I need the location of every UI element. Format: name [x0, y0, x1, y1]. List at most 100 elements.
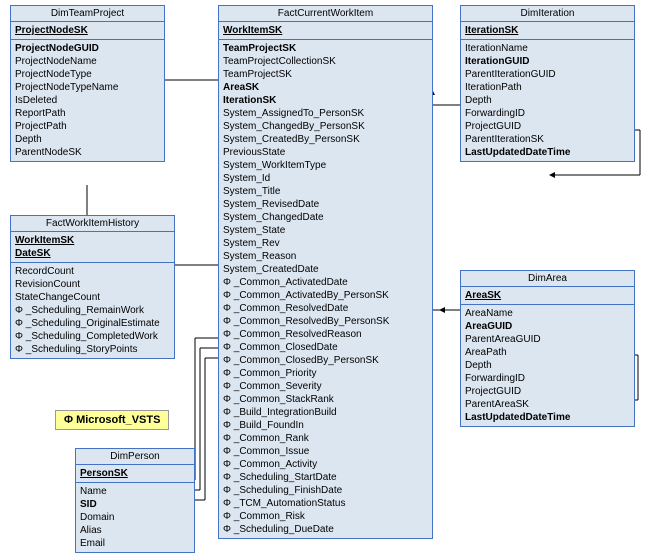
field-duedate: Φ _Scheduling_DueDate	[223, 523, 428, 536]
field-changeddate: System_ChangedDate	[223, 211, 428, 224]
field-projectpath: ProjectPath	[15, 120, 160, 133]
field-parentareask: ParentAreaSK	[465, 398, 630, 411]
field-activateddate: Φ _Common_ActivatedDate	[223, 276, 428, 289]
field-workitemsk-fact: WorkItemSK	[223, 24, 428, 37]
field-risk: Φ _Common_Risk	[223, 510, 428, 523]
microsoft-vsts-label: Φ Microsoft_VSTS	[55, 410, 169, 430]
entity-factworkitemhistory-fields: RecordCount RevisionCount StateChangeCou…	[11, 263, 174, 358]
field-issue: Φ _Common_Issue	[223, 445, 428, 458]
field-area-depth: Depth	[465, 359, 630, 372]
field-statechangecount: StateChangeCount	[15, 291, 170, 304]
field-originalestimate: Φ _Scheduling_OriginalEstimate	[15, 317, 170, 330]
field-foundin: Φ _Build_FoundIn	[223, 419, 428, 432]
entity-factworkitemhistory-pk: WorkItemSK DateSK	[11, 232, 174, 263]
entity-dimiteration: DimIteration IterationSK IterationName I…	[460, 5, 635, 162]
field-areask-fact: AreaSK	[223, 81, 428, 94]
field-parentareaguid: ParentAreaGUID	[465, 333, 630, 346]
field-iterationpath: IterationPath	[465, 81, 630, 94]
entity-factcurrentworkitem-title: FactCurrentWorkItem	[219, 6, 432, 22]
entity-dimiteration-fields: IterationName IterationGUID ParentIterat…	[461, 40, 634, 161]
field-priority: Φ _Common_Priority	[223, 367, 428, 380]
entity-dimteamproject-title: DimTeamProject	[11, 6, 164, 22]
field-resolvedby: Φ _Common_ResolvedBy_PersonSK	[223, 315, 428, 328]
field-parentnodesk: ParentNodeSK	[15, 146, 160, 159]
field-systemtitle: System_Title	[223, 185, 428, 198]
entity-dimiteration-title: DimIteration	[461, 6, 634, 22]
entity-factworkitemhistory: FactWorkItemHistory WorkItemSK DateSK Re…	[10, 215, 175, 359]
field-recordcount: RecordCount	[15, 265, 170, 278]
field-activity: Φ _Common_Activity	[223, 458, 428, 471]
field-iteration-lastupdated: LastUpdatedDateTime	[465, 146, 630, 159]
field-closeddate: Φ _Common_ClosedDate	[223, 341, 428, 354]
field-iteration-forwardingid: ForwardingID	[465, 107, 630, 120]
field-teamprojectcollectionsk: TeamProjectCollectionSK	[223, 55, 428, 68]
field-teamprojectsk2: TeamProjectSK	[223, 68, 428, 81]
field-iteration-depth: Depth	[465, 94, 630, 107]
field-email: Email	[80, 537, 190, 550]
entity-dimperson-pk: PersonSK	[76, 465, 194, 483]
field-rank: Φ _Common_Rank	[223, 432, 428, 445]
field-reason: System_Reason	[223, 250, 428, 263]
field-completedwork: Φ _Scheduling_CompletedWork	[15, 330, 170, 343]
field-sid: SID	[80, 498, 190, 511]
entity-factcurrentworkitem-pk: WorkItemSK	[219, 22, 432, 40]
field-areaguid: AreaGUID	[465, 320, 630, 333]
field-activatedby: Φ _Common_ActivatedBy_PersonSK	[223, 289, 428, 302]
entity-factworkitemhistory-title: FactWorkItemHistory	[11, 216, 174, 232]
field-automationstatus: Φ _TCM_AutomationStatus	[223, 497, 428, 510]
field-personsk: PersonSK	[80, 467, 190, 480]
field-parentiterationguid: ParentIterationGUID	[465, 68, 630, 81]
field-area-forwardingid: ForwardingID	[465, 372, 630, 385]
field-isdeleted: IsDeleted	[15, 94, 160, 107]
field-domain: Domain	[80, 511, 190, 524]
entity-dimteamproject: DimTeamProject ProjectNodeSK ProjectNode…	[10, 5, 165, 162]
field-integrationbuild: Φ _Build_IntegrationBuild	[223, 406, 428, 419]
field-createdby: System_CreatedBy_PersonSK	[223, 133, 428, 146]
field-previousstate: PreviousState	[223, 146, 428, 159]
field-workitemtype: System_WorkItemType	[223, 159, 428, 172]
field-projectnodetypename: ProjectNodeTypeName	[15, 81, 160, 94]
field-stackrank: Φ _Common_StackRank	[223, 393, 428, 406]
field-reportpath: ReportPath	[15, 107, 160, 120]
field-severity: Φ _Common_Severity	[223, 380, 428, 393]
field-changedby: System_ChangedBy_PersonSK	[223, 120, 428, 133]
entity-dimarea: DimArea AreaSK AreaName AreaGUID ParentA…	[460, 270, 635, 427]
field-createddate: System_CreatedDate	[223, 263, 428, 276]
field-areapath: AreaPath	[465, 346, 630, 359]
diagram-container: DimTeamProject ProjectNodeSK ProjectNode…	[0, 0, 646, 540]
field-name: Name	[80, 485, 190, 498]
field-workitemsk-history: WorkItemSK	[15, 234, 170, 247]
field-iteration-projectguid: ProjectGUID	[465, 120, 630, 133]
field-state: System_State	[223, 224, 428, 237]
field-assignedto: System_AssignedTo_PersonSK	[223, 107, 428, 120]
entity-dimperson: DimPerson PersonSK Name SID Domain Alias…	[75, 448, 195, 553]
field-areaname: AreaName	[465, 307, 630, 320]
field-finishdate: Φ _Scheduling_FinishDate	[223, 484, 428, 497]
field-rev: System_Rev	[223, 237, 428, 250]
entity-factcurrentworkitem: FactCurrentWorkItem WorkItemSK TeamProje…	[218, 5, 433, 539]
field-remainwork: Φ _Scheduling_RemainWork	[15, 304, 170, 317]
entity-dimteamproject-pk: ProjectNodeSK	[11, 22, 164, 40]
field-iterationsk-fact: IterationSK	[223, 94, 428, 107]
entity-dimteamproject-fields: ProjectNodeGUID ProjectNodeName ProjectN…	[11, 40, 164, 161]
field-projectnodesk: ProjectNodeSK	[15, 24, 160, 37]
field-startdate: Φ _Scheduling_StartDate	[223, 471, 428, 484]
field-projectnodetype: ProjectNodeType	[15, 68, 160, 81]
field-area-lastupdated: LastUpdatedDateTime	[465, 411, 630, 424]
field-iterationguid: IterationGUID	[465, 55, 630, 68]
entity-factcurrentworkitem-fields: TeamProjectSK TeamProjectCollectionSK Te…	[219, 40, 432, 538]
entity-dimiteration-pk: IterationSK	[461, 22, 634, 40]
field-reviseddate: System_RevisedDate	[223, 198, 428, 211]
field-iterationname: IterationName	[465, 42, 630, 55]
field-systemid: System_Id	[223, 172, 428, 185]
field-teamprojectsk: TeamProjectSK	[223, 42, 428, 55]
entity-dimarea-pk: AreaSK	[461, 287, 634, 305]
field-areask: AreaSK	[465, 289, 630, 302]
field-revisioncount: RevisionCount	[15, 278, 170, 291]
field-iterationsk: IterationSK	[465, 24, 630, 37]
field-projectnodeguid: ProjectNodeGUID	[15, 42, 160, 55]
entity-dimperson-fields: Name SID Domain Alias Email	[76, 483, 194, 552]
field-area-projectguid: ProjectGUID	[465, 385, 630, 398]
yellow-box-text: Φ Microsoft_VSTS	[64, 414, 160, 426]
entity-dimperson-title: DimPerson	[76, 449, 194, 465]
